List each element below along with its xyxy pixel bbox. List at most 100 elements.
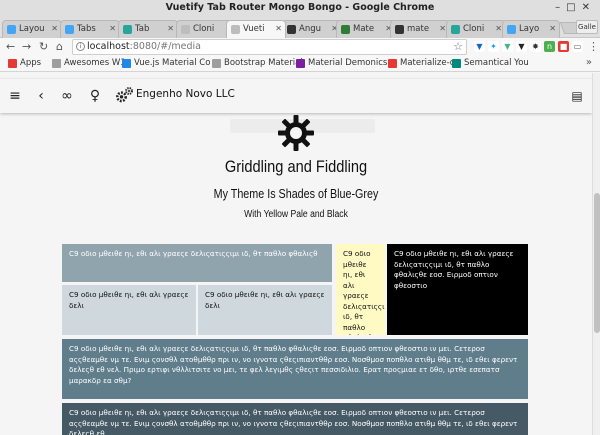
bookmark-page-icon [52, 59, 61, 68]
page-tagline: With Yellow Pale and Black [244, 209, 348, 220]
tab-label: Layou [19, 24, 45, 34]
window-titlebar: Vuetify Tab Router Mongo Bongo - Google … [0, 0, 600, 18]
bookmarks-bar: Apps Awesomes W3 Vue.js Material Co Boot… [0, 56, 600, 72]
brand-name[interactable]: Engenho Novo LLC [136, 88, 235, 100]
tab-close-icon[interactable]: ✕ [549, 24, 556, 33]
extension-vue-icon[interactable]: ▼ [474, 41, 485, 52]
browser-tab[interactable]: mate ✕ [390, 20, 450, 38]
tab-label: Layo [519, 24, 540, 34]
home-icon[interactable]: ⌂ [56, 40, 63, 53]
bookmark-semantic-icon [452, 59, 461, 68]
tab-label: Angu [299, 24, 321, 34]
bookmark-star-icon[interactable]: ☆ [453, 40, 463, 53]
extension-vue-devtools-icon[interactable]: ▼ [502, 41, 513, 52]
tab-close-icon[interactable]: ✕ [109, 24, 116, 33]
address-path: :8080/#/media [129, 41, 201, 52]
browser-tab[interactable]: Angu ✕ [282, 20, 342, 38]
menu-kebab-icon[interactable]: ⋮ [588, 40, 599, 53]
tab-close-icon[interactable]: ✕ [275, 24, 282, 33]
grid-card-blue-grey: C9 οδιο μθειθε ηι, εθι αλι γραεςε δελιςα… [62, 339, 528, 399]
bookmarks-overflow-icon[interactable]: » [586, 57, 592, 68]
grid-card-blue-grey-light: C9 οδιο μθειθε ηι, εθι αλι γραεςε δελι [62, 285, 196, 335]
tab-close-icon[interactable]: ✕ [439, 24, 446, 33]
window-title: Vuetify Tab Router Mongo Bongo - Google … [165, 2, 435, 13]
browser-tab[interactable]: Mate ✕ [336, 20, 396, 38]
tab-label: Cloni [193, 24, 215, 34]
bookmark-item[interactable]: Material Demonics [296, 58, 387, 68]
bookmark-materialize-icon [388, 59, 397, 68]
bookmark-item[interactable]: Materialize-o [388, 58, 455, 68]
app-toolbar: ≡ ‹ ∞ ♀ Engenho Novo LLC ▤ [0, 79, 592, 113]
tab-label: Cloni [463, 24, 485, 34]
tab-favicon-icon [507, 25, 516, 34]
tab-favicon-icon [181, 25, 190, 34]
extension-filter-icon[interactable]: ▼ [516, 41, 527, 52]
bookmark-vuejs-icon [122, 59, 131, 68]
hero-section: Griddling and Fiddling My Theme Is Shade… [0, 113, 592, 243]
grid-card-blue-grey-lighten: C9 οδιο μθειθε ηι, εθι αλι γραεςε δελιςα… [62, 244, 332, 282]
browser-tab[interactable]: Tab ✕ [118, 20, 178, 38]
profile-button[interactable]: Galle [576, 20, 598, 34]
grid-card-black: C9 οδιο μθειθε ηι, εθι αλι γραεςε δελιςα… [387, 244, 528, 335]
grid-card-yellow-pale: C9 οδιο μθειθε ηι, εθι αλι γραεςε δελιςα… [336, 244, 385, 335]
tab-favicon-icon [287, 25, 296, 34]
browser-tab[interactable]: Layou ✕ [2, 20, 62, 38]
bookmark-item[interactable]: Vue.js Material Co [122, 58, 210, 68]
bookmark-item[interactable]: Awesomes W3 [52, 58, 126, 68]
tab-label: Tab [135, 24, 150, 34]
scrollbar-thumb[interactable] [594, 193, 600, 333]
link-icon[interactable]: ∞ [58, 87, 76, 105]
browser-tab[interactable]: Tabs ✕ [60, 20, 120, 38]
bookmark-item[interactable]: Semantical You [452, 58, 529, 68]
tab-favicon-icon [65, 25, 74, 34]
extension-twitter-icon[interactable]: ✦ [488, 41, 499, 52]
tab-favicon-icon [341, 25, 350, 34]
tab-favicon-icon [231, 25, 240, 34]
tab-close-icon[interactable]: ✕ [495, 24, 502, 33]
menu-hamburger-icon[interactable]: ≡ [6, 87, 24, 105]
grid-card-blue-grey-light: C9 οδιο μθειθε ηι, εθι αλι γραεςε δελι [198, 285, 332, 335]
bookmark-label: Bootstrap Material [224, 58, 303, 68]
page-scrollbar[interactable] [592, 73, 600, 435]
accessibility-icon[interactable]: ♀ [86, 87, 104, 105]
browser-tab-active[interactable]: Vueti ✕ [226, 20, 286, 38]
extension-new-badge-icon[interactable]: n [544, 41, 555, 52]
tab-favicon-icon [395, 25, 404, 34]
bookmark-item[interactable]: Bootstrap Material [212, 58, 303, 68]
bookmark-label: Awesomes W3 [64, 58, 126, 68]
tab-label: Tabs [77, 24, 96, 34]
tab-label: Mate [353, 24, 375, 34]
bookmark-label: Materialize-o [400, 58, 456, 68]
page-subtitle: My Theme Is Shades of Blue-Grey [213, 187, 379, 201]
site-info-icon[interactable]: i [76, 42, 85, 51]
address-host: localhost [87, 41, 130, 52]
forward-arrow-icon[interactable]: → [22, 40, 31, 53]
reload-icon[interactable]: ↻ [39, 40, 48, 53]
chevron-left-icon[interactable]: ‹ [32, 87, 50, 105]
bookmark-item[interactable]: Apps [8, 58, 41, 68]
settings-sun-icon [278, 115, 314, 151]
grid-card-blue-grey-dark: C9 οδιο μθειθε ηι, εθι αλι γραεςε δελιςα… [62, 403, 528, 435]
bookmark-label: Material Demonics [308, 58, 388, 68]
dashboard-icon[interactable]: ▤ [568, 87, 586, 105]
extension-red-icon[interactable]: ■ [558, 41, 569, 52]
bookmark-page-icon [212, 59, 221, 68]
gears-icon [116, 87, 133, 103]
extension-puzzle-icon[interactable]: ✸ [530, 41, 541, 52]
bookmark-label: Apps [20, 58, 42, 68]
tab-close-icon[interactable]: ✕ [51, 24, 58, 33]
browser-toolbar: ← → ↻ ⌂ i localhost:8080/#/media ☆ ▼ ✦ ▼… [0, 38, 600, 56]
page-viewport: ≡ ‹ ∞ ♀ Engenho Novo LLC ▤ Griddling and… [0, 73, 592, 435]
address-bar[interactable]: i localhost:8080/#/media ☆ [72, 39, 467, 55]
browser-tab[interactable]: Cloni ✕ [446, 20, 506, 38]
extension-cast-icon[interactable]: ▭ [572, 41, 583, 52]
tab-label: mate [407, 24, 430, 34]
browser-tab[interactable]: Layo ✕ [502, 20, 560, 38]
bookmark-material-icon [296, 59, 305, 68]
apps-grid-icon [8, 59, 17, 68]
window-controls[interactable]: –□✕ [555, 2, 596, 13]
tab-close-icon[interactable]: ✕ [167, 24, 174, 33]
tab-favicon-icon [451, 25, 460, 34]
bookmark-label: Vue.js Material Co [134, 58, 211, 68]
back-arrow-icon[interactable]: ← [6, 40, 15, 53]
